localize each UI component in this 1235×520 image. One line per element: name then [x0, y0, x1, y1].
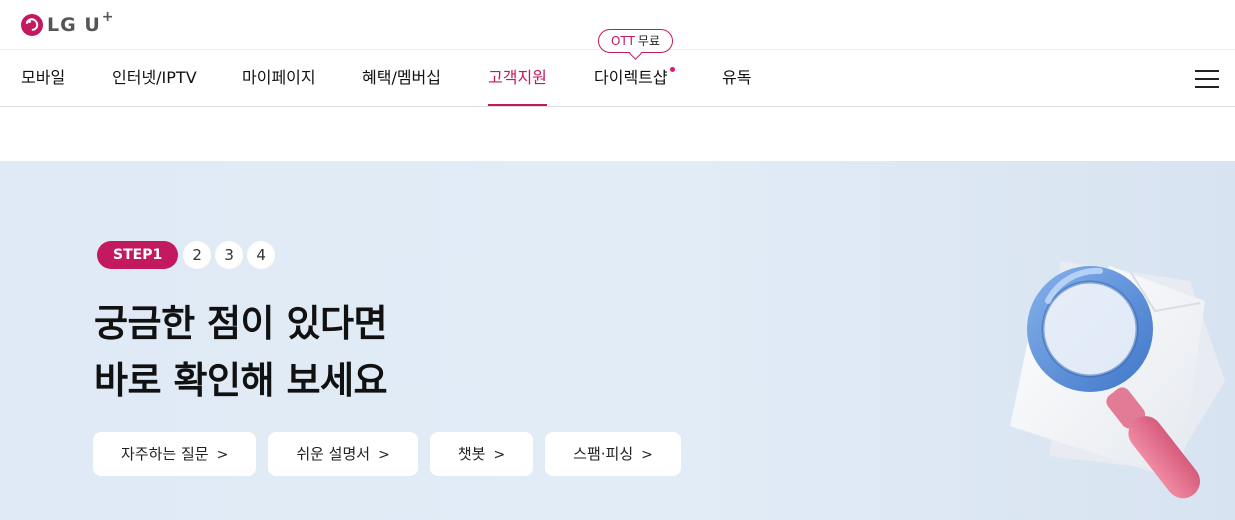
- nav-item-customer-support[interactable]: 고객지원: [488, 50, 547, 106]
- logo-plus: +: [101, 9, 114, 25]
- easy-guide-button[interactable]: 쉬운 설명서 >: [268, 432, 418, 476]
- chevron-right-icon: >: [216, 447, 229, 463]
- nav-item-mypage[interactable]: 마이페이지: [242, 50, 316, 106]
- faq-label: 자주하는 질문: [121, 445, 209, 463]
- chevron-right-icon: >: [641, 447, 653, 463]
- step-indicator: STEP1 2 3 4: [97, 241, 276, 269]
- lg-uplus-logo[interactable]: LG U +: [21, 9, 113, 37]
- logo-text: LG U: [47, 14, 101, 36]
- chatbot-button[interactable]: 챗봇 >: [429, 432, 534, 476]
- hero-headline: 궁금한 점이 있다면 바로 확인해 보세요: [94, 295, 388, 409]
- nav-item-internet-iptv[interactable]: 인터넷/IPTV: [112, 50, 197, 106]
- chevron-right-icon: >: [493, 447, 506, 463]
- spam-phishing-label: 스팸·피싱: [573, 445, 634, 463]
- headline-line-2: 바로 확인해 보세요: [94, 359, 388, 402]
- lg-face-logo-icon: [21, 14, 43, 36]
- hero-banner: STEP1 2 3 4 궁금한 점이 있다면 바로 확인해 보세요 자주하는 질…: [0, 161, 1235, 520]
- headline-line-1: 궁금한 점이 있다면: [94, 302, 388, 345]
- ott-label: OTT: [611, 34, 635, 48]
- spam-phishing-button[interactable]: 스팸·피싱 >: [545, 432, 681, 476]
- quick-links: 자주하는 질문 > 쉬운 설명서 > 챗봇 > 스팸·피싱 >: [93, 432, 693, 476]
- step-1-badge[interactable]: STEP1: [97, 241, 179, 269]
- magnifier-document-icon: [1010, 261, 1225, 499]
- step-4-button[interactable]: 4: [247, 241, 276, 269]
- hamburger-menu-icon[interactable]: [1195, 70, 1219, 88]
- free-label: 무료: [637, 34, 660, 48]
- nav-item-benefits-membership[interactable]: 혜택/멤버십: [362, 50, 441, 106]
- step-3-button[interactable]: 3: [215, 241, 244, 269]
- easy-guide-label: 쉬운 설명서: [296, 445, 371, 463]
- main-nav: 모바일 인터넷/IPTV 마이페이지 혜택/멤버십 고객지원 다이렉트샵 유독: [0, 50, 1235, 107]
- nav-item-direct-shop-label: 다이렉트샵: [594, 68, 668, 87]
- nav-item-direct-shop[interactable]: 다이렉트샵: [594, 50, 675, 106]
- faq-button[interactable]: 자주하는 질문 >: [93, 432, 257, 476]
- step-2-button[interactable]: 2: [183, 241, 212, 269]
- new-dot-icon: [669, 67, 675, 72]
- nav-item-mobile[interactable]: 모바일: [21, 50, 65, 106]
- chatbot-label: 챗봇: [457, 445, 486, 463]
- nav-item-udok[interactable]: 유독: [722, 50, 751, 106]
- chevron-right-icon: >: [378, 447, 390, 463]
